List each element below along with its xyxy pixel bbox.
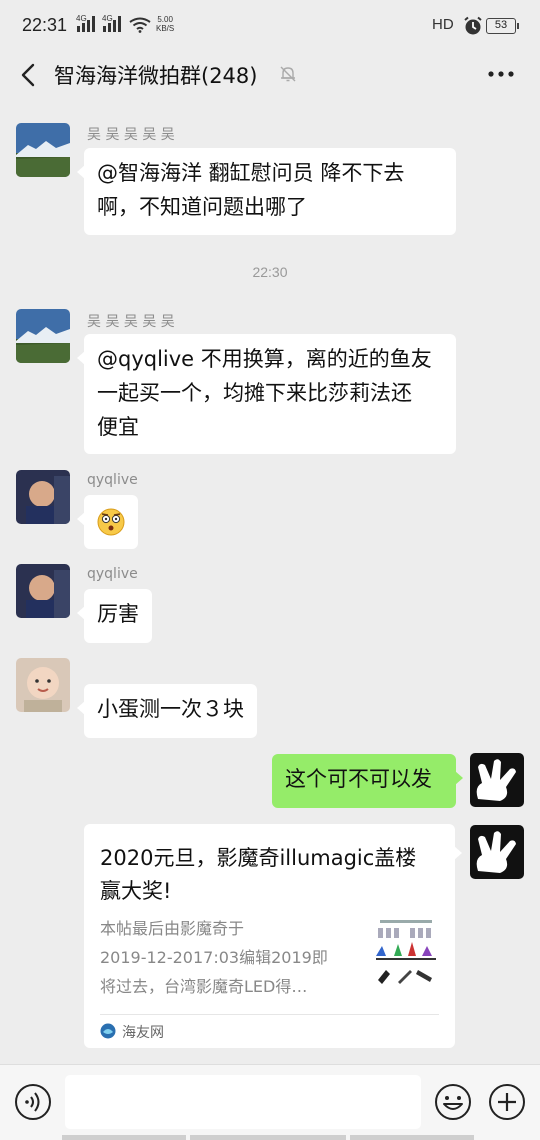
nav-hint-bar <box>350 1135 474 1140</box>
nav-hint-bar <box>190 1135 346 1140</box>
message-bubble[interactable]: @智海海洋 翻缸慰问员 降不下去 啊，不知道问题出哪了 <box>77 148 456 235</box>
message-bubble[interactable]: @qyqlive 不用换算，离的近的鱼友 一起买一个，均摊下来比莎莉法还 便宜 <box>77 334 456 454</box>
more-dots-icon[interactable] <box>486 62 516 86</box>
message-bubble[interactable] <box>77 495 138 549</box>
link-card-desc-line: 将过去，台湾影魔奇LED得… <box>100 977 308 996</box>
avatar[interactable] <box>16 470 70 524</box>
message-bubble[interactable]: 这个可不可以发 <box>272 754 463 808</box>
sender-name: qyqlive <box>87 566 138 582</box>
source-logo-icon <box>100 1023 116 1039</box>
emoji-icon[interactable] <box>434 1083 472 1121</box>
chat-header: 智海海洋微拍群(248) <box>0 52 540 98</box>
alarm-icon <box>464 16 482 35</box>
avatar[interactable] <box>16 564 70 618</box>
sender-name: 吴 吴 吴 吴 吴 <box>87 314 175 330</box>
message-timestamp: 22:30 <box>252 264 288 280</box>
voice-icon[interactable] <box>14 1083 52 1121</box>
message-text: @qyqlive 不用换算，离的近的鱼友 <box>97 347 432 371</box>
sender-name: qyqlive <box>87 472 138 488</box>
hd-indicator: HD <box>432 16 454 33</box>
message-input[interactable] <box>65 1075 421 1129</box>
message-text: 小蛋测一次３块 <box>97 697 244 721</box>
wifi-icon <box>129 17 151 33</box>
link-card-desc-line: 本帖最后由影魔奇于 <box>100 919 245 938</box>
link-card-desc-line: 2019-12-2017:03编辑2019即 <box>100 948 328 967</box>
status-time: 22:31 <box>22 15 68 35</box>
signal-icon <box>103 16 121 32</box>
message-text: 一起买一个，均摊下来比莎莉法还 <box>97 381 412 405</box>
link-card-source: 海友网 <box>122 1025 164 1041</box>
avatar[interactable] <box>470 753 524 807</box>
avatar[interactable] <box>470 825 524 879</box>
avatar[interactable] <box>16 123 70 177</box>
status-bar: 22:31 4G 4G 5.00 KB/S HD 53 <box>0 0 540 52</box>
message-text: @智海海洋 翻缸慰问员 降不下去 <box>97 161 405 185</box>
message-bubble[interactable]: 小蛋测一次３块 <box>77 684 257 738</box>
link-card-thumbnail <box>372 916 440 988</box>
link-card-title-line: 2020元旦，影魔奇illumagic盖楼 <box>100 846 417 870</box>
battery-indicator: 53 <box>486 18 519 34</box>
chevron-left-icon[interactable] <box>14 60 44 90</box>
dizzy-face-emoji <box>97 508 125 536</box>
network-speed-unit: KB/S <box>156 24 175 33</box>
network-speed-value: 5.00 <box>157 15 173 24</box>
link-card-title: 2020元旦，影魔奇illumagic盖楼 赢大奖! <box>100 842 440 908</box>
bell-off-icon <box>280 66 296 82</box>
message-text: 便宜 <box>97 415 139 439</box>
link-card-description: 本帖最后由影魔奇于 2019-12-2017:03编辑2019即 将过去，台湾影… <box>100 914 350 1001</box>
message-bubble[interactable]: 厉害 <box>77 589 152 643</box>
avatar[interactable] <box>16 309 70 363</box>
link-card-divider <box>100 1014 439 1015</box>
message-text: 这个可不可以发 <box>285 767 432 791</box>
plus-icon[interactable] <box>488 1083 526 1121</box>
input-bar <box>0 1064 540 1140</box>
network-speed: 5.00 KB/S <box>156 15 174 33</box>
sender-name: 吴 吴 吴 吴 吴 <box>87 127 175 143</box>
link-card[interactable]: 2020元旦，影魔奇illumagic盖楼 赢大奖! 本帖最后由影魔奇于 201… <box>84 824 462 1048</box>
avatar[interactable] <box>16 658 70 712</box>
signal-icon <box>77 16 95 32</box>
message-text: 啊，不知道问题出哪了 <box>97 195 307 219</box>
nav-hint-bar <box>62 1135 186 1140</box>
link-card-title-line: 赢大奖! <box>100 879 172 903</box>
chat-title: 智海海洋微拍群(248) <box>54 64 258 88</box>
message-text: 厉害 <box>97 602 139 626</box>
